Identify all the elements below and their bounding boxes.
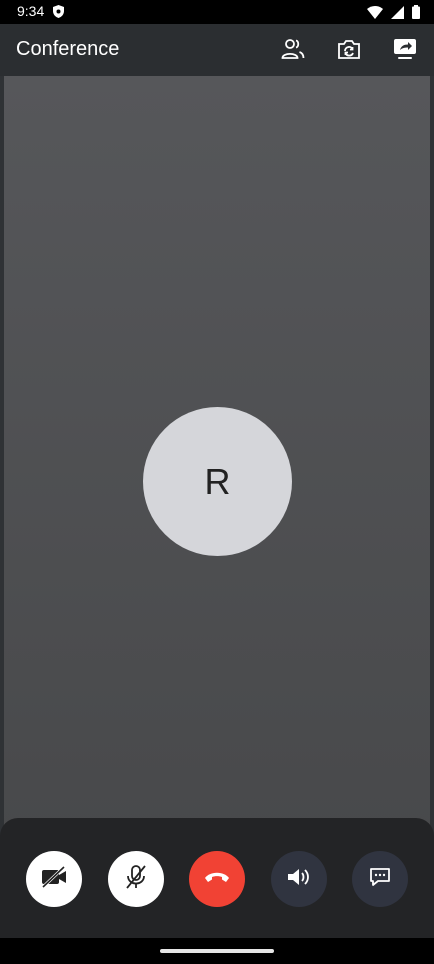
video-stage: R	[0, 76, 434, 838]
navigation-bar	[0, 938, 434, 964]
app-actions	[278, 36, 420, 66]
participant-video: R	[4, 76, 430, 838]
app-bar: Conference	[0, 24, 434, 76]
mic-off-icon	[124, 864, 148, 895]
home-handle[interactable]	[160, 949, 274, 953]
cellular-icon	[391, 5, 404, 24]
avatar-initial: R	[204, 460, 231, 502]
wifi-icon	[367, 5, 383, 24]
hang-up-icon	[204, 870, 230, 889]
speaker-icon	[286, 866, 312, 893]
hang-up-button[interactable]	[189, 851, 245, 907]
avatar: R	[143, 407, 292, 556]
battery-icon	[412, 5, 420, 24]
status-bar: 9:34	[0, 0, 434, 24]
switch-camera-button[interactable]	[334, 36, 364, 66]
chat-icon	[368, 865, 392, 894]
toggle-mic-button[interactable]	[108, 851, 164, 907]
speaker-button[interactable]	[271, 851, 327, 907]
participants-icon	[281, 38, 305, 65]
status-icons	[367, 5, 420, 24]
screen-share-icon	[393, 38, 417, 65]
call-controls	[0, 818, 434, 938]
status-time: 9:34	[17, 3, 45, 19]
video-off-icon	[40, 865, 68, 893]
chat-button[interactable]	[352, 851, 408, 907]
switch-camera-icon	[337, 38, 361, 65]
shield-icon	[53, 5, 64, 23]
screen-share-button[interactable]	[390, 36, 420, 66]
page-title: Conference	[16, 38, 120, 60]
participants-button[interactable]	[278, 36, 308, 66]
toggle-video-button[interactable]	[26, 851, 82, 907]
